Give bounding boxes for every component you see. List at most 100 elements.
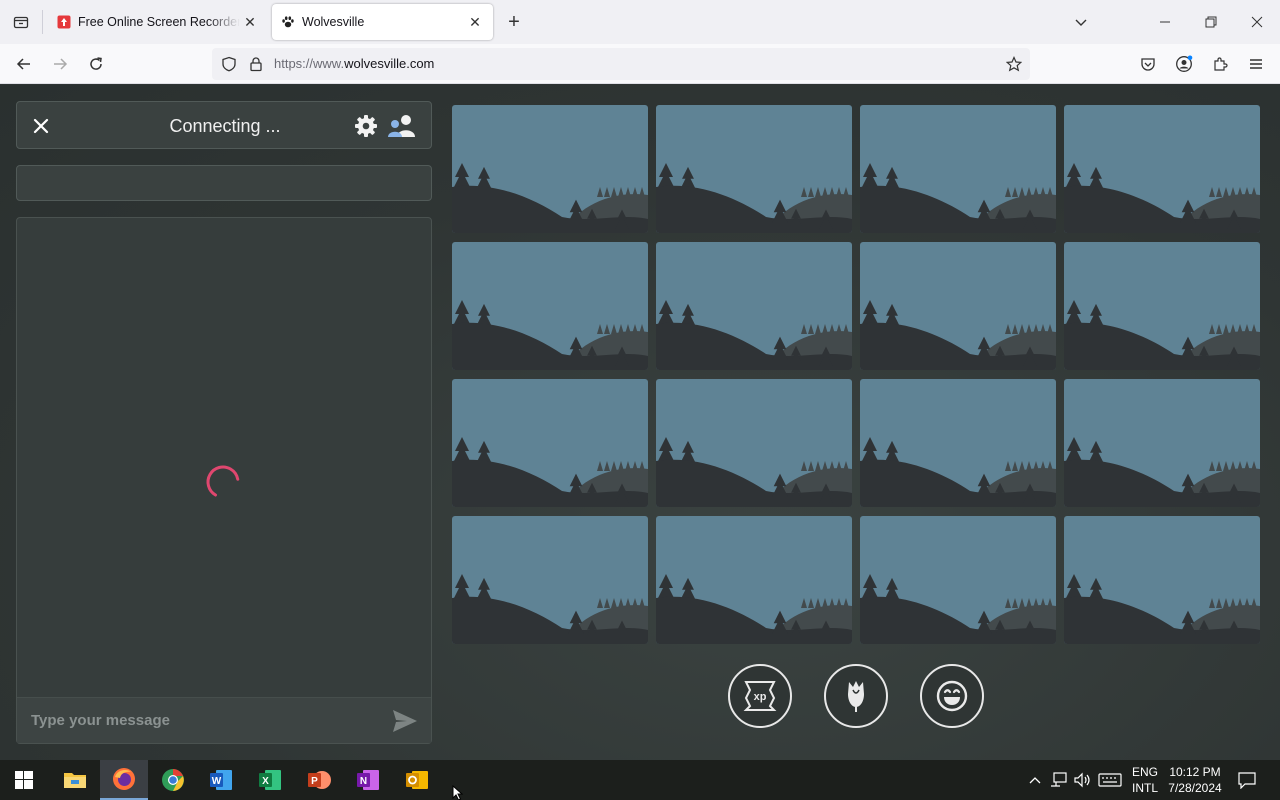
tab-wolvesville[interactable]: Wolvesville ✕ [272,4,493,40]
player-slot[interactable] [860,242,1056,370]
show-hidden-icons-button[interactable] [1026,760,1044,800]
chevron-up-icon [1029,777,1041,784]
close-tab-icon[interactable]: ✕ [240,12,260,32]
outlook-icon [406,771,428,789]
player-slot[interactable] [656,516,852,644]
url-text[interactable]: https://www.wolvesville.com [274,56,434,71]
pocket-button[interactable] [1132,48,1164,80]
puzzle-icon [1214,57,1228,71]
taskbar-onenote[interactable]: N [344,760,392,800]
restore-icon [1205,16,1217,28]
player-slot[interactable] [656,379,852,507]
network-tray-button[interactable] [1048,760,1070,800]
player-slot[interactable] [860,105,1056,233]
powerpoint-icon: P [308,771,331,789]
input-language-indicator[interactable]: ENG INTL [1128,764,1162,796]
player-slot[interactable] [452,242,648,370]
reload-icon [90,57,102,70]
close-window-button[interactable] [1234,0,1280,44]
address-bar[interactable]: https://www.wolvesville.com [212,48,1030,80]
chat-sub-bar [16,165,432,201]
player-slot[interactable] [1064,242,1260,370]
taskbar-word[interactable]: W [197,760,245,800]
mouse-cursor-icon [452,785,464,800]
chat-message-input[interactable] [17,698,377,742]
lock-icon[interactable] [248,56,264,72]
volume-tray-button[interactable] [1071,760,1093,800]
paw-icon [280,14,296,30]
firefox-icon [113,768,135,790]
emoji-icon [936,680,968,712]
taskbar-firefox[interactable] [100,760,148,800]
bookmark-star-icon[interactable] [1006,56,1022,72]
keyboard-layout: INTL [1131,781,1158,795]
tab-separator [42,10,43,34]
excel-icon: X [259,770,281,790]
player-slot[interactable] [860,516,1056,644]
player-slot[interactable] [1064,516,1260,644]
url-domain: wolvesville.com [344,56,435,71]
hamburger-menu-icon [1250,59,1262,69]
restore-button[interactable] [1188,0,1234,44]
file-explorer-icon [64,773,86,788]
rose-button[interactable] [824,664,888,728]
firefox-view-button[interactable] [0,0,42,44]
chat-panel [16,217,432,744]
tab-title: Wolvesville [302,15,365,29]
language-code: ENG [1131,765,1158,779]
taskbar-chrome[interactable] [149,760,197,800]
player-slot[interactable] [656,242,852,370]
windows-logo-icon [15,771,33,789]
screen-recorder-favicon-icon [56,14,72,30]
player-slot[interactable] [452,516,648,644]
player-slot[interactable] [452,379,648,507]
extensions-button[interactable] [1204,48,1236,80]
player-slot[interactable] [452,105,648,233]
taskbar-outlook[interactable] [393,760,441,800]
chat-input-area [17,697,431,743]
taskbar-file-explorer[interactable] [51,760,99,800]
players-icon[interactable] [387,113,417,139]
close-icon [1251,16,1263,28]
rose-icon [848,681,864,712]
clock[interactable]: 10:12 PM 7/28/2024 [1164,764,1226,796]
player-slot[interactable] [1064,379,1260,507]
gear-icon[interactable] [354,114,378,138]
player-slot[interactable] [1064,105,1260,233]
forward-button[interactable] [44,48,76,80]
xp-boost-button[interactable]: xp [728,664,792,728]
minimize-icon [1160,21,1170,23]
account-button[interactable] [1168,48,1200,80]
tracking-protection-shield-icon[interactable] [221,56,237,72]
close-tab-icon[interactable]: ✕ [465,12,485,32]
touch-keyboard-button[interactable] [1096,760,1124,800]
chevron-down-icon [1075,19,1087,26]
reload-button[interactable] [80,48,112,80]
speaker-icon [1074,772,1090,788]
taskbar-excel[interactable]: X [246,760,294,800]
url-prefix: https://www. [274,56,345,71]
network-icon [1051,772,1067,787]
send-icon[interactable] [391,708,419,734]
tab-screen-recorder[interactable]: Free Online Screen Recorder & Video Reco… [48,4,268,40]
player-slot[interactable] [656,105,852,233]
xp-boost-icon: xp [743,681,777,711]
navigation-toolbar: https://www.wolvesville.com [0,44,1280,84]
back-button[interactable] [8,48,40,80]
svg-text:N: N [360,776,367,787]
tab-title: Free Online Screen Recorder & Video Reco… [78,15,240,29]
new-tab-button[interactable]: + [502,10,526,34]
word-icon: W [210,770,232,790]
svg-text:X: X [262,776,269,787]
player-slot[interactable] [860,379,1056,507]
minimize-button[interactable] [1142,0,1188,44]
start-button[interactable] [0,760,48,800]
svg-text:W: W [212,776,222,787]
list-all-tabs-button[interactable] [1058,0,1104,44]
taskbar-powerpoint[interactable]: P [295,760,343,800]
forward-arrow-icon [54,58,68,70]
app-menu-button[interactable] [1240,48,1272,80]
action-center-button[interactable] [1232,760,1262,800]
emoji-button[interactable] [920,664,984,728]
chrome-icon [162,769,184,791]
